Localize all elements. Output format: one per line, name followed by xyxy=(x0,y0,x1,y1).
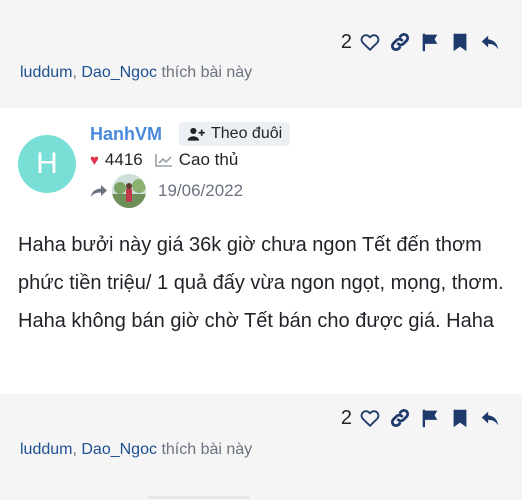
post-meta: 19/06/2022 xyxy=(90,174,243,208)
small-avatar[interactable] xyxy=(112,174,146,208)
link-icon[interactable] xyxy=(388,30,412,54)
post-actions: 2 xyxy=(341,406,502,430)
divider xyxy=(148,496,250,499)
post-actions: 2 xyxy=(341,30,502,54)
follow-label: Theo đuôi xyxy=(211,125,283,142)
avatar[interactable]: H xyxy=(18,135,76,193)
post-content: Haha bưởi này giá 36k giờ chưa ngon Tết … xyxy=(18,234,504,332)
user-plus-icon xyxy=(187,127,205,141)
points: 4416 xyxy=(104,150,143,169)
flag-icon[interactable] xyxy=(418,406,442,430)
flag-icon[interactable] xyxy=(418,30,442,54)
rank-label: Cao thủ xyxy=(178,150,239,169)
like-count: 2 xyxy=(340,30,352,53)
reply-icon[interactable] xyxy=(478,30,502,54)
likes-suffix: thích bài này xyxy=(161,64,253,81)
previous-post-footer xyxy=(0,0,522,108)
chart-line-icon xyxy=(154,154,172,167)
like-count: 2 xyxy=(340,406,352,429)
likes-suffix: thích bài này xyxy=(161,441,253,458)
link-icon[interactable] xyxy=(388,406,412,430)
heart-outline-icon[interactable] xyxy=(358,30,382,54)
share-icon[interactable] xyxy=(90,183,108,199)
follow-button[interactable]: Theo đuôi xyxy=(179,122,291,146)
post-date: 19/06/2022 xyxy=(158,181,244,200)
reply-icon[interactable] xyxy=(478,406,502,430)
user-stats: ♥ 4416 Cao thủ xyxy=(90,150,238,170)
username[interactable]: HanhVM xyxy=(90,124,162,145)
liker-link[interactable]: Dao_Ngoc xyxy=(81,441,157,458)
likes-line: luddum, Dao_Ngoc thích bài này xyxy=(20,441,253,458)
bookmark-icon[interactable] xyxy=(448,406,472,430)
likes-line: luddum, Dao_Ngoc thích bài này xyxy=(20,64,253,81)
bookmark-icon[interactable] xyxy=(448,30,472,54)
liker-link[interactable]: Dao_Ngoc xyxy=(81,64,157,81)
liker-link[interactable]: luddum xyxy=(20,64,72,81)
heart-outline-icon[interactable] xyxy=(358,406,382,430)
liker-link[interactable]: luddum xyxy=(20,441,72,458)
heart-icon: ♥ xyxy=(90,151,99,169)
